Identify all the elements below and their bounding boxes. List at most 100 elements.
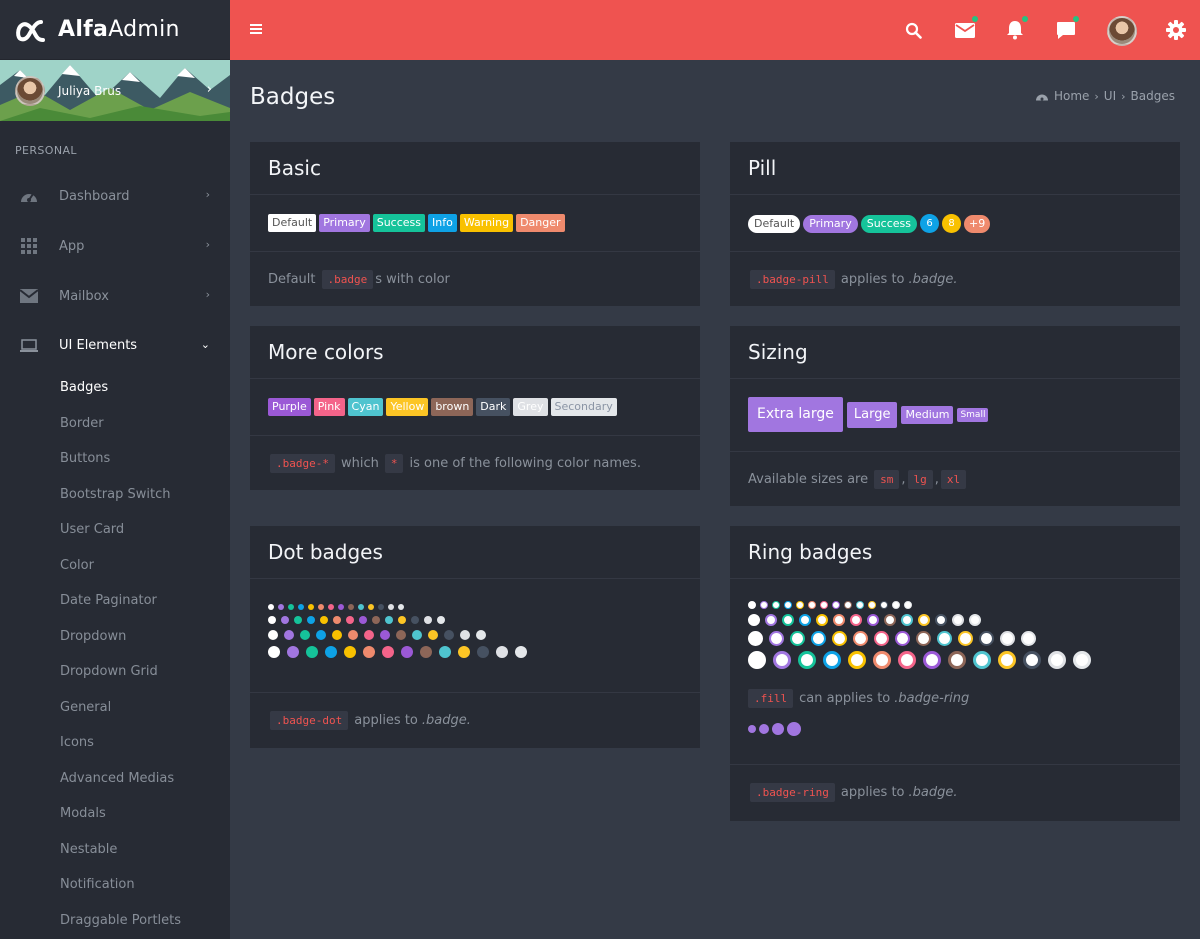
dot-badge	[348, 630, 358, 640]
ring-badge	[790, 631, 805, 646]
dot-badge	[385, 616, 393, 624]
badge-primary: Primary	[319, 214, 370, 232]
code-snippet: .badge	[321, 269, 374, 289]
ring-fill-badge	[759, 724, 769, 734]
ring-fill-badge	[772, 723, 784, 735]
footer-target: .badge.	[908, 271, 958, 287]
ring-badge	[748, 651, 766, 669]
search-icon[interactable]	[901, 18, 925, 42]
badge-dark: Dark	[476, 398, 511, 416]
sidebar-subitem-modals[interactable]: Modals	[0, 796, 230, 832]
sidebar-subitem-color[interactable]: Color	[0, 548, 230, 584]
chevron-down-icon: ⌄	[200, 338, 210, 351]
sidebar-subitem-advanced-medias[interactable]: Advanced Medias	[0, 761, 230, 797]
mail-icon[interactable]	[953, 16, 978, 42]
ring-badge	[773, 651, 791, 669]
sidebar-subitem-date-paginator[interactable]: Date Paginator	[0, 583, 230, 619]
dot-badge	[476, 630, 486, 640]
ring-badge	[916, 631, 931, 646]
footer-text: applies to	[354, 712, 418, 728]
ring-badge	[816, 614, 828, 626]
card-body: .fill can applies to .badge-ring	[730, 579, 1180, 765]
sidebar-subitem-dropdown[interactable]: Dropdown	[0, 619, 230, 655]
card-body: Default Primary Success Info Warning Dan…	[250, 195, 700, 252]
code-snippet: .fill	[748, 689, 794, 708]
brand-name: AlfaAdmin	[58, 17, 180, 42]
card-footer: Default .badge s with color	[250, 252, 700, 306]
sidebar-subitem-badges[interactable]: Badges	[0, 370, 230, 406]
sidebar-subitem-nestable[interactable]: Nestable	[0, 832, 230, 868]
dot-badge	[300, 630, 310, 640]
ring-badge	[979, 631, 994, 646]
user-panel[interactable]: Juliya Brus ›	[0, 60, 230, 121]
dot-badge	[424, 616, 432, 624]
mail-icon	[20, 287, 38, 305]
ring-badge	[1073, 651, 1091, 669]
ring-badge	[1048, 651, 1066, 669]
sidebar-subitem-buttons[interactable]: Buttons	[0, 441, 230, 477]
ring-badge-row	[748, 601, 1162, 609]
ring-badge	[808, 601, 816, 609]
badge-info: Info	[428, 214, 457, 232]
sidebar-item-app[interactable]: App ›	[0, 221, 230, 271]
ring-badge	[969, 614, 981, 626]
ring-badge	[832, 631, 847, 646]
dashboard-icon	[1035, 94, 1048, 101]
gear-icon[interactable]	[1164, 18, 1188, 42]
sidebar-subitem-border[interactable]: Border	[0, 406, 230, 442]
ring-badge	[958, 631, 973, 646]
code-snippet: lg	[907, 469, 933, 489]
dot-badge	[294, 616, 302, 624]
card-title: Pill	[730, 142, 1180, 195]
sidebar-subitem-dropdown-grid[interactable]: Dropdown Grid	[0, 654, 230, 690]
ring-badge	[772, 601, 780, 609]
footer-text: s with color	[375, 271, 450, 287]
sidebar-subitem-draggable-portlets[interactable]: Draggable Portlets	[0, 903, 230, 939]
code-snippet: xl	[940, 469, 967, 489]
sidebar-subitem-icons[interactable]: Icons	[0, 725, 230, 761]
bell-icon[interactable]	[1003, 16, 1028, 42]
badge-danger: Danger	[516, 214, 565, 232]
brand[interactable]: AlfaAdmin	[0, 0, 230, 60]
dot-badge	[363, 646, 375, 658]
breadcrumb-home[interactable]: Home	[1054, 89, 1089, 103]
sidebar-subitem-bootstrap-switch[interactable]: Bootstrap Switch	[0, 477, 230, 513]
footer-text: can applies to	[799, 691, 891, 706]
dot-badge	[388, 604, 394, 610]
ring-badge	[874, 631, 889, 646]
user-avatar[interactable]	[1107, 16, 1137, 46]
dot-badge	[268, 604, 274, 610]
sidebar-subitem-notification[interactable]: Notification	[0, 867, 230, 903]
card-body: Purple Pink Cyan Yellow brown Dark Grey …	[250, 379, 700, 436]
sidebar-item-ui-elements[interactable]: UI Elements ⌄	[0, 321, 230, 370]
ring-badge	[868, 601, 876, 609]
dot-badge	[328, 604, 334, 610]
badge-secondary: Secondary	[550, 398, 617, 416]
sidebar-subitem-general[interactable]: General	[0, 690, 230, 726]
ring-badge	[895, 631, 910, 646]
sidebar-item-mailbox[interactable]: Mailbox ›	[0, 271, 230, 321]
badge-count-danger: +9	[964, 214, 991, 233]
sidebar-item-dashboard[interactable]: Dashboard ›	[0, 171, 230, 221]
code-snippet: .badge-pill	[750, 269, 835, 289]
badge-count-info: 6	[920, 214, 939, 233]
dot-badge	[358, 604, 364, 610]
ring-badge-row	[748, 614, 1162, 626]
ring-badge	[820, 601, 828, 609]
sidebar-item-label: App	[59, 238, 85, 254]
footer-text: is one of the following color names.	[409, 455, 641, 471]
ring-badge	[898, 651, 916, 669]
sidebar-subitem-user-card[interactable]: User Card	[0, 512, 230, 548]
chat-icon[interactable]	[1054, 16, 1079, 42]
breadcrumb-ui[interactable]: UI	[1104, 89, 1116, 103]
chevron-right-icon: ›	[205, 288, 210, 301]
card-ring-badges: Ring badges .fill can applies to .badge-…	[730, 526, 1180, 821]
card-title: Dot badges	[250, 526, 700, 579]
chevron-right-icon: ›	[205, 188, 210, 201]
card-body	[250, 579, 700, 693]
hamburger-menu-icon[interactable]	[250, 24, 262, 34]
badge-pill-primary: Primary	[803, 214, 858, 233]
dot-badge	[444, 630, 454, 640]
section-label-personal: PERSONAL	[15, 144, 77, 157]
dot-badge	[268, 616, 276, 624]
